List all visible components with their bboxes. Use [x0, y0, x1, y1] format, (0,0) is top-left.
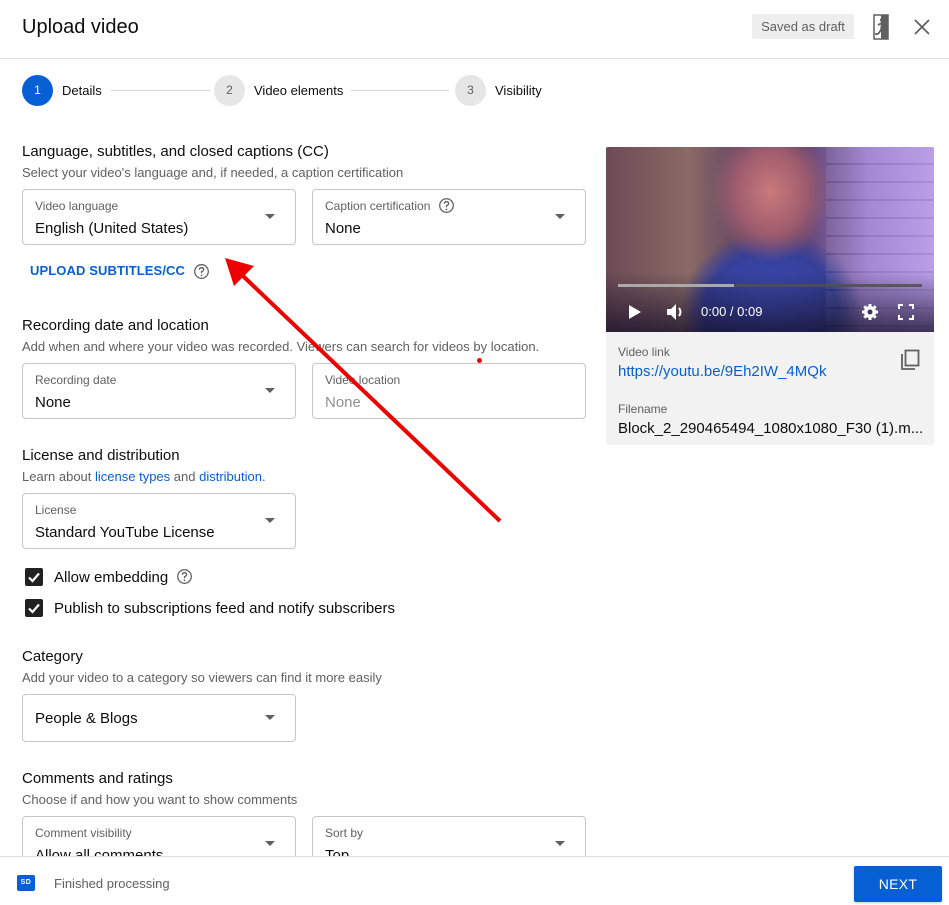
- video-location-input[interactable]: Video location None: [312, 363, 586, 419]
- play-icon[interactable]: [628, 304, 642, 320]
- video-time: 0:00 / 0:09: [701, 304, 763, 319]
- allow-embedding-checkbox[interactable]: [25, 568, 43, 586]
- video-language-label: Video language: [35, 199, 119, 213]
- license-value: Standard YouTube License: [35, 524, 215, 541]
- step-visibility-label[interactable]: Visibility: [495, 83, 542, 98]
- video-link[interactable]: https://youtu.be/9Eh2IW_4MQk: [618, 363, 826, 380]
- dialog-header: Upload video Saved as draft: [0, 0, 949, 59]
- category-section-description: Add your video to a category so viewers …: [22, 670, 382, 685]
- step-video-elements-label[interactable]: Video elements: [254, 83, 343, 98]
- video-link-label: Video link: [618, 345, 670, 359]
- recording-date-dropdown[interactable]: Recording date None: [22, 363, 296, 419]
- language-section-description: Select your video's language and, if nee…: [22, 165, 404, 180]
- publish-feed-label: Publish to subscriptions feed and notify…: [54, 600, 396, 617]
- dialog-footer: SD Finished processing NEXT: [0, 856, 949, 905]
- language-section-title: Language, subtitles, and closed captions…: [22, 143, 329, 160]
- sort-by-label: Sort by: [325, 826, 364, 840]
- chevron-down-icon: [265, 214, 275, 219]
- category-dropdown[interactable]: People & Blogs: [22, 694, 296, 742]
- step-3-circle[interactable]: 3: [455, 75, 486, 106]
- license-dropdown[interactable]: License Standard YouTube License: [22, 493, 296, 549]
- annotation-dot: [477, 358, 482, 363]
- close-icon[interactable]: [910, 15, 934, 39]
- video-location-placeholder: None: [325, 394, 361, 411]
- help-icon[interactable]: [438, 197, 455, 214]
- chevron-down-icon: [265, 715, 275, 720]
- step-2-circle[interactable]: 2: [214, 75, 245, 106]
- step-connector: [351, 90, 449, 91]
- license-desc-suffix: .: [261, 469, 266, 484]
- processing-status: Finished processing: [54, 876, 170, 891]
- fullscreen-icon[interactable]: [898, 304, 914, 320]
- video-progress-bar[interactable]: [618, 284, 922, 287]
- comments-section-title: Comments and ratings: [22, 770, 173, 787]
- help-icon[interactable]: [193, 263, 210, 280]
- next-button[interactable]: NEXT: [854, 866, 942, 902]
- category-value: People & Blogs: [35, 710, 138, 727]
- caption-certification-label-text: Caption certification: [325, 199, 431, 213]
- filename-value: Block_2_290465494_1080x1080_F30 (1).m...: [618, 420, 924, 437]
- license-types-link[interactable]: license types: [95, 469, 170, 484]
- license-label: License: [35, 503, 77, 517]
- annotation-arrow-head: [225, 258, 254, 286]
- recording-date-value: None: [35, 394, 71, 411]
- license-desc-prefix: Learn about: [22, 469, 96, 484]
- comment-visibility-label: Comment visibility: [35, 826, 132, 840]
- video-preview-panel: 0:00 / 0:09 Video link https://youtu.be/…: [606, 147, 934, 445]
- category-section-title: Category: [22, 648, 83, 665]
- publish-feed-checkbox[interactable]: [25, 599, 43, 617]
- volume-icon[interactable]: [666, 302, 688, 322]
- license-section-description: Learn about license types and distributi…: [22, 469, 266, 484]
- video-player[interactable]: 0:00 / 0:09: [606, 147, 934, 332]
- sd-quality-icon: SD: [17, 875, 35, 891]
- controls-gradient: [606, 272, 934, 332]
- allow-embedding-label: Allow embedding: [54, 569, 193, 586]
- caption-certification-dropdown[interactable]: Caption certification None: [312, 189, 586, 245]
- exit-running-man-icon[interactable]: [870, 13, 892, 41]
- dialog-title: Upload video: [22, 16, 139, 38]
- help-icon[interactable]: [176, 568, 193, 585]
- saved-as-draft-badge: Saved as draft: [752, 14, 854, 39]
- comments-section-description: Choose if and how you want to show comme…: [22, 792, 298, 807]
- chevron-down-icon: [555, 214, 565, 219]
- checkmark-icon: [28, 572, 40, 583]
- upload-subtitles-button[interactable]: UPLOAD SUBTITLES/CC: [30, 263, 185, 278]
- step-connector: [111, 90, 210, 91]
- chevron-down-icon: [555, 841, 565, 846]
- step-details-label[interactable]: Details: [62, 83, 102, 98]
- license-desc-and: and: [170, 469, 200, 484]
- distribution-link[interactable]: distribution: [199, 469, 262, 484]
- video-language-dropdown[interactable]: Video language English (United States): [22, 189, 296, 245]
- copy-icon[interactable]: [898, 348, 922, 372]
- recording-section-description: Add when and where your video was record…: [22, 339, 540, 354]
- chevron-down-icon: [265, 518, 275, 523]
- settings-gear-icon[interactable]: [861, 303, 879, 321]
- caption-certification-value: None: [325, 220, 361, 237]
- video-location-label: Video location: [325, 373, 401, 387]
- chevron-down-icon: [265, 841, 275, 846]
- recording-date-label: Recording date: [35, 373, 117, 387]
- video-language-value: English (United States): [35, 220, 189, 237]
- checkmark-icon: [28, 603, 40, 614]
- allow-embedding-text: Allow embedding: [54, 569, 169, 586]
- step-1-circle[interactable]: 1: [22, 75, 53, 106]
- chevron-down-icon: [265, 388, 275, 393]
- caption-certification-label: Caption certification: [325, 197, 455, 214]
- recording-section-title: Recording date and location: [22, 317, 209, 334]
- filename-label: Filename: [618, 402, 668, 416]
- video-buffered-fill: [618, 284, 734, 287]
- license-section-title: License and distribution: [22, 447, 180, 464]
